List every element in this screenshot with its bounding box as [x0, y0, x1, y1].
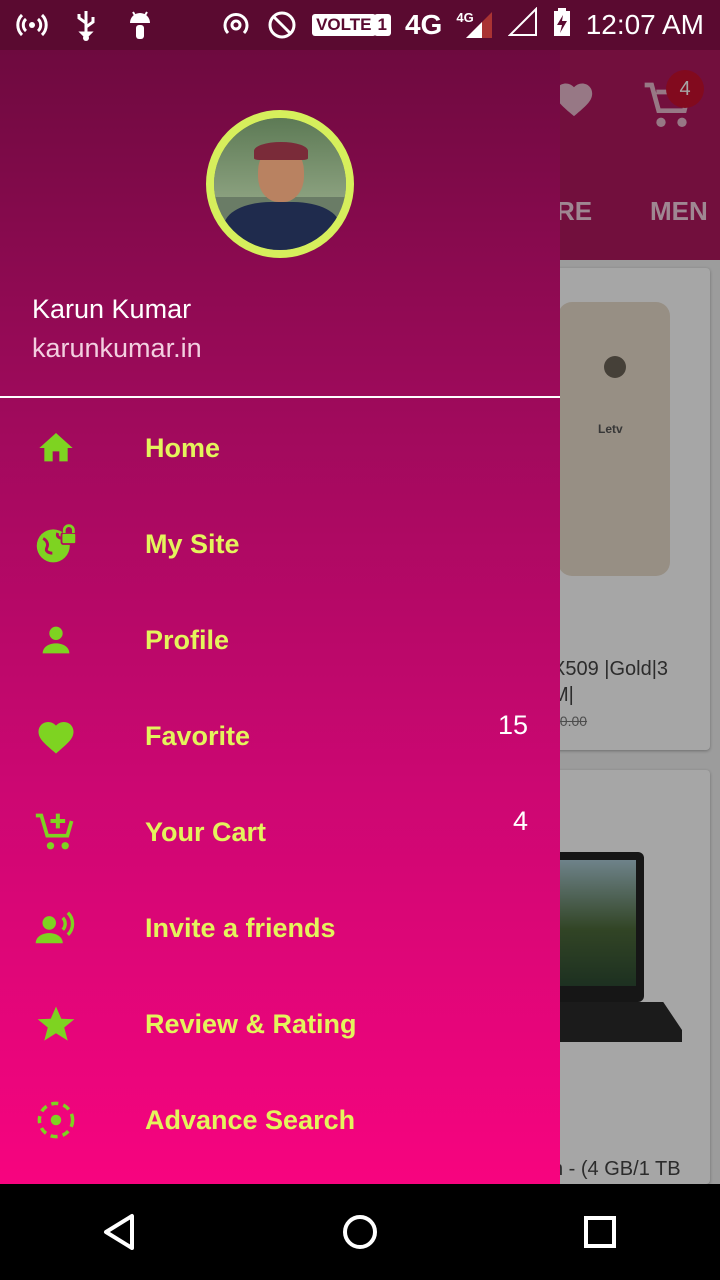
usb-icon [70, 9, 102, 41]
signal-strength-icon: 4G [456, 10, 493, 40]
globe-lock-icon [34, 522, 78, 566]
home-icon [34, 426, 78, 470]
signal-empty-icon [507, 6, 538, 44]
star-icon [34, 1002, 78, 1046]
menu-item-label: Home [145, 432, 221, 463]
menu-item-label: Advance Search [145, 1104, 356, 1135]
back-icon[interactable] [80, 1192, 160, 1272]
menu-item-favorite[interactable]: Favorite 15 [0, 688, 560, 784]
navigation-drawer: Karun Kumar karunkumar.in Home My Site P… [0, 50, 560, 1184]
status-bar: VOLTE 1 4G 4G 12:07 AM [0, 0, 720, 50]
menu-item-label: Your Cart [145, 816, 267, 847]
android-debug-icon [124, 9, 156, 41]
person-icon [34, 618, 78, 662]
menu-item-review-rating[interactable]: Review & Rating [0, 976, 560, 1072]
menu-item-label: Invite a friends [145, 912, 336, 943]
drawer-menu: Home My Site Profile Favorite 15 Your Ca… [0, 400, 560, 1168]
avatar[interactable] [206, 110, 354, 258]
network-type: 4G [404, 9, 443, 40]
wifi-calling-icon [220, 9, 252, 41]
menu-item-advance-search[interactable]: Advance Search [0, 1072, 560, 1168]
user-name: Karun Kumar [32, 294, 192, 324]
do-not-disturb-icon [266, 9, 298, 41]
menu-item-label: Favorite [145, 720, 251, 751]
sim-label: 1 [373, 14, 391, 36]
menu-item-label: Review & Rating [145, 1008, 357, 1039]
hotspot-icon [16, 9, 48, 41]
menu-item-profile[interactable]: Profile [0, 592, 560, 688]
target-icon [34, 1098, 78, 1142]
battery-charging-icon [552, 7, 572, 44]
person-voice-icon [34, 906, 78, 950]
menu-item-home[interactable]: Home [0, 400, 560, 496]
menu-item-invite-friends[interactable]: Invite a friends [0, 880, 560, 976]
volte-label: VOLTE [312, 14, 376, 36]
favorite-count: 15 [497, 710, 528, 740]
menu-item-label: Profile [145, 624, 230, 655]
heart-icon [34, 714, 78, 758]
menu-item-my-site[interactable]: My Site [0, 496, 560, 592]
menu-item-label: My Site [145, 528, 240, 559]
cart-count: 4 [512, 806, 528, 836]
volte-indicator: VOLTE 1 [312, 14, 391, 36]
clock: 12:07 AM [585, 9, 704, 40]
drawer-header: Karun Kumar karunkumar.in [0, 50, 560, 398]
cart-add-icon [34, 810, 78, 854]
menu-item-your-cart[interactable]: Your Cart 4 [0, 784, 560, 880]
user-website[interactable]: karunkumar.in [32, 333, 202, 364]
home-circle-icon[interactable] [320, 1192, 400, 1272]
recents-icon[interactable] [560, 1192, 640, 1272]
system-nav-bar [0, 1184, 720, 1280]
